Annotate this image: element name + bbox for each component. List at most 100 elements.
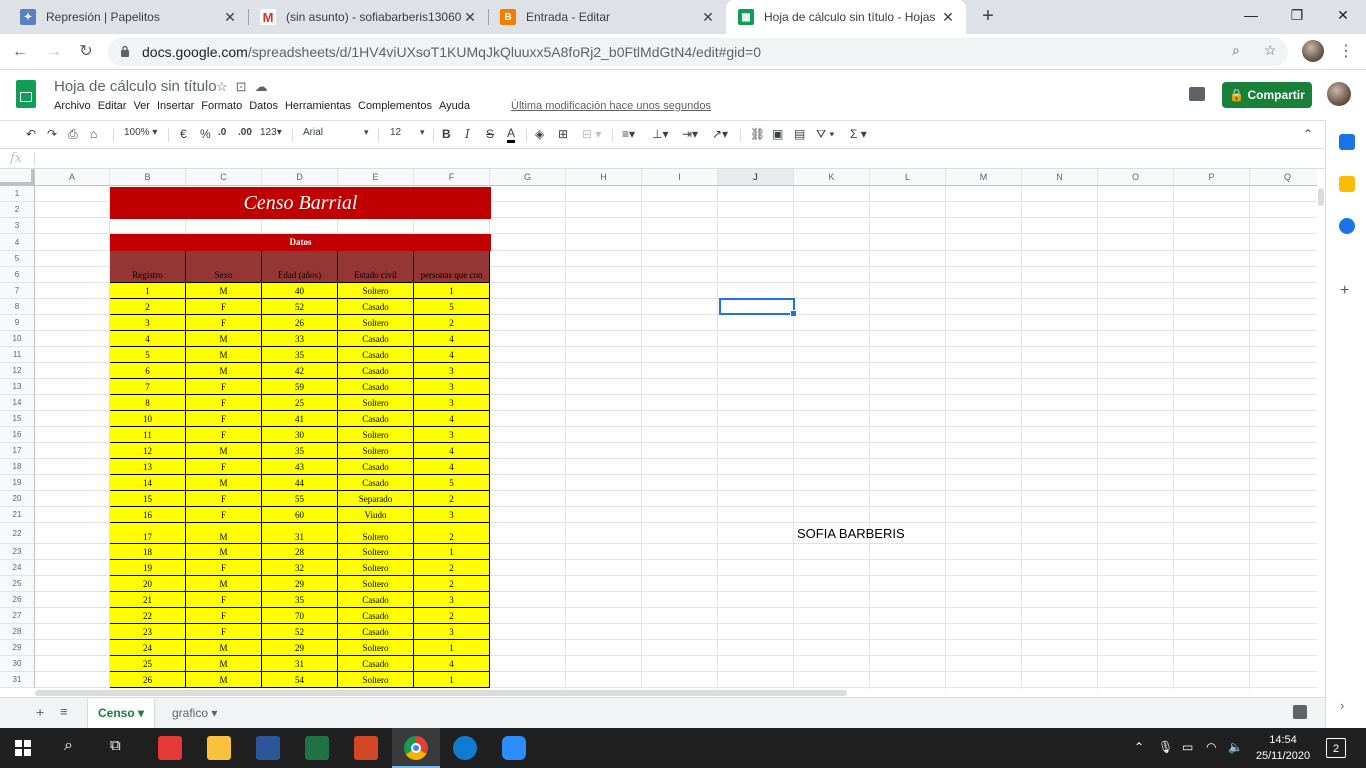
table-cell[interactable]: 33 xyxy=(262,331,338,347)
menu-complementos[interactable]: Complementos xyxy=(358,100,432,112)
table-cell[interactable]: 55 xyxy=(262,491,338,507)
table-cell[interactable]: Casado xyxy=(338,299,414,315)
table-cell[interactable]: 2 xyxy=(414,315,490,331)
wifi-icon[interactable]: ◠ xyxy=(1206,740,1216,754)
table-cell[interactable]: 1 xyxy=(110,283,186,299)
column-header-f[interactable]: F xyxy=(414,169,490,186)
table-cell[interactable]: Casado xyxy=(338,347,414,363)
table-cell[interactable]: 41 xyxy=(262,411,338,427)
table-cell[interactable]: 2 xyxy=(414,576,490,592)
row-header-22[interactable]: 22 xyxy=(0,523,35,544)
table-cell[interactable]: Soltero xyxy=(338,443,414,459)
table-cell[interactable]: M xyxy=(186,283,262,299)
close-icon[interactable]: ✕ xyxy=(222,9,238,26)
row-header-7[interactable]: 7 xyxy=(0,283,35,299)
spreadsheet-grid[interactable]: ABCDEFGHIJKLMNOPQ 1 2 3 4 5 6 7 8 9 10 11 12 13 14 15 1… xyxy=(0,169,1317,689)
select-all-corner[interactable] xyxy=(0,169,35,186)
row-header-13[interactable]: 13 xyxy=(0,379,35,395)
table-cell[interactable]: Soltero xyxy=(338,544,414,560)
row-header-27[interactable]: 27 xyxy=(0,608,35,624)
table-cell[interactable]: 3 xyxy=(414,363,490,379)
table-cell[interactable]: 4 xyxy=(110,331,186,347)
table-header-cell[interactable]: Estado civil xyxy=(338,251,414,283)
table-cell[interactable]: 54 xyxy=(262,672,338,688)
tray-chevron-up-icon[interactable]: ⌃ xyxy=(1134,740,1144,754)
table-cell[interactable]: Soltero xyxy=(338,560,414,576)
row-header-28[interactable]: 28 xyxy=(0,624,35,640)
zoom-magnifier-icon[interactable]: ⌕ xyxy=(1232,42,1240,59)
task-view-icon[interactable]: ⧉ xyxy=(110,737,121,754)
table-cell[interactable]: F xyxy=(186,560,262,576)
fill-color-icon[interactable]: ◈ xyxy=(535,127,544,141)
font-family-select[interactable]: Arial xyxy=(303,127,323,138)
row-header-8[interactable]: 8 xyxy=(0,299,35,315)
column-header-m[interactable]: M xyxy=(946,169,1022,186)
table-cell[interactable]: 2 xyxy=(414,523,490,544)
print-icon[interactable]: ⎙ xyxy=(68,127,78,142)
windows-start-icon[interactable] xyxy=(15,740,31,756)
notifications-badge[interactable]: 2 xyxy=(1326,738,1346,758)
table-cell[interactable]: Separado xyxy=(338,491,414,507)
table-cell[interactable]: 17 xyxy=(110,523,186,544)
table-cell[interactable]: Soltero xyxy=(338,315,414,331)
new-tab-plus-icon[interactable]: + xyxy=(976,5,1000,29)
insert-link-icon[interactable]: ⛓ xyxy=(750,127,765,141)
table-header-cell[interactable]: Sexo xyxy=(186,251,262,283)
horizontal-scroll-thumb[interactable] xyxy=(35,690,847,696)
functions-icon[interactable]: Σ ▾ xyxy=(850,127,867,141)
table-cell[interactable]: 70 xyxy=(262,608,338,624)
sheet-tab-grafico[interactable]: grafico ▾ xyxy=(162,698,227,728)
table-cell[interactable]: F xyxy=(186,608,262,624)
table-cell[interactable]: 20 xyxy=(110,576,186,592)
tasks-icon[interactable] xyxy=(1339,218,1355,234)
minimize-icon[interactable]: — xyxy=(1228,0,1274,30)
column-header-j[interactable]: J xyxy=(718,169,794,186)
browser-tab-gmail[interactable]: M (sin asunto) - sofiabarberis13060 ✕ xyxy=(248,0,488,34)
horizontal-scrollbar[interactable] xyxy=(35,689,1317,697)
align-horizontal-icon[interactable]: ≡▾ xyxy=(622,127,635,141)
table-cell[interactable]: F xyxy=(186,379,262,395)
table-cell[interactable]: M xyxy=(186,656,262,672)
table-cell[interactable]: 6 xyxy=(110,363,186,379)
menu-herramientas[interactable]: Herramientas xyxy=(285,100,351,112)
table-cell[interactable]: 26 xyxy=(262,315,338,331)
menu-formato[interactable]: Formato xyxy=(201,100,242,112)
document-title[interactable]: Hoja de cálculo sin título xyxy=(54,78,217,95)
browser-profile-avatar[interactable] xyxy=(1302,40,1324,62)
window-close-icon[interactable]: ✕ xyxy=(1320,0,1366,30)
column-header-g[interactable]: G xyxy=(490,169,566,186)
table-cell[interactable]: 15 xyxy=(110,491,186,507)
row-header-15[interactable]: 15 xyxy=(0,411,35,427)
table-cell[interactable]: 18 xyxy=(110,544,186,560)
close-icon[interactable]: ✕ xyxy=(700,9,716,26)
table-cell[interactable]: Soltero xyxy=(338,672,414,688)
chevron-right-icon[interactable]: › xyxy=(1340,698,1344,713)
table-cell[interactable]: Casado xyxy=(338,363,414,379)
table-cell[interactable]: 2 xyxy=(414,608,490,624)
table-cell[interactable]: 28 xyxy=(262,544,338,560)
table-cell[interactable]: 3 xyxy=(414,592,490,608)
table-cell[interactable]: 30 xyxy=(262,427,338,443)
table-cell[interactable]: 3 xyxy=(414,507,490,523)
star-icon[interactable]: ☆ xyxy=(216,79,236,94)
table-cell[interactable]: 5 xyxy=(414,475,490,491)
italic-button[interactable]: I xyxy=(465,127,470,141)
table-cell[interactable]: 35 xyxy=(262,443,338,459)
table-cell[interactable]: Casado xyxy=(338,379,414,395)
table-cell[interactable]: 24 xyxy=(110,640,186,656)
bookmark-star-icon[interactable]: ☆ xyxy=(1264,42,1277,59)
table-cell[interactable]: 1 xyxy=(414,283,490,299)
search-icon[interactable]: ⌕ xyxy=(64,737,73,755)
all-sheets-list-icon[interactable]: ≡ xyxy=(60,704,68,719)
column-header-d[interactable]: D xyxy=(262,169,338,186)
column-header-c[interactable]: C xyxy=(186,169,262,186)
table-cell[interactable]: Casado xyxy=(338,411,414,427)
row-header-24[interactable]: 24 xyxy=(0,560,35,576)
table-cell[interactable]: 60 xyxy=(262,507,338,523)
table-header-cell[interactable]: Registro xyxy=(110,251,186,283)
table-cell[interactable]: 3 xyxy=(414,395,490,411)
zoom-select[interactable]: 100% ▾ xyxy=(124,127,157,138)
table-cell[interactable]: Casado xyxy=(338,331,414,347)
currency-format-button[interactable]: € xyxy=(180,127,187,141)
row-header-1[interactable]: 1 xyxy=(0,186,35,202)
